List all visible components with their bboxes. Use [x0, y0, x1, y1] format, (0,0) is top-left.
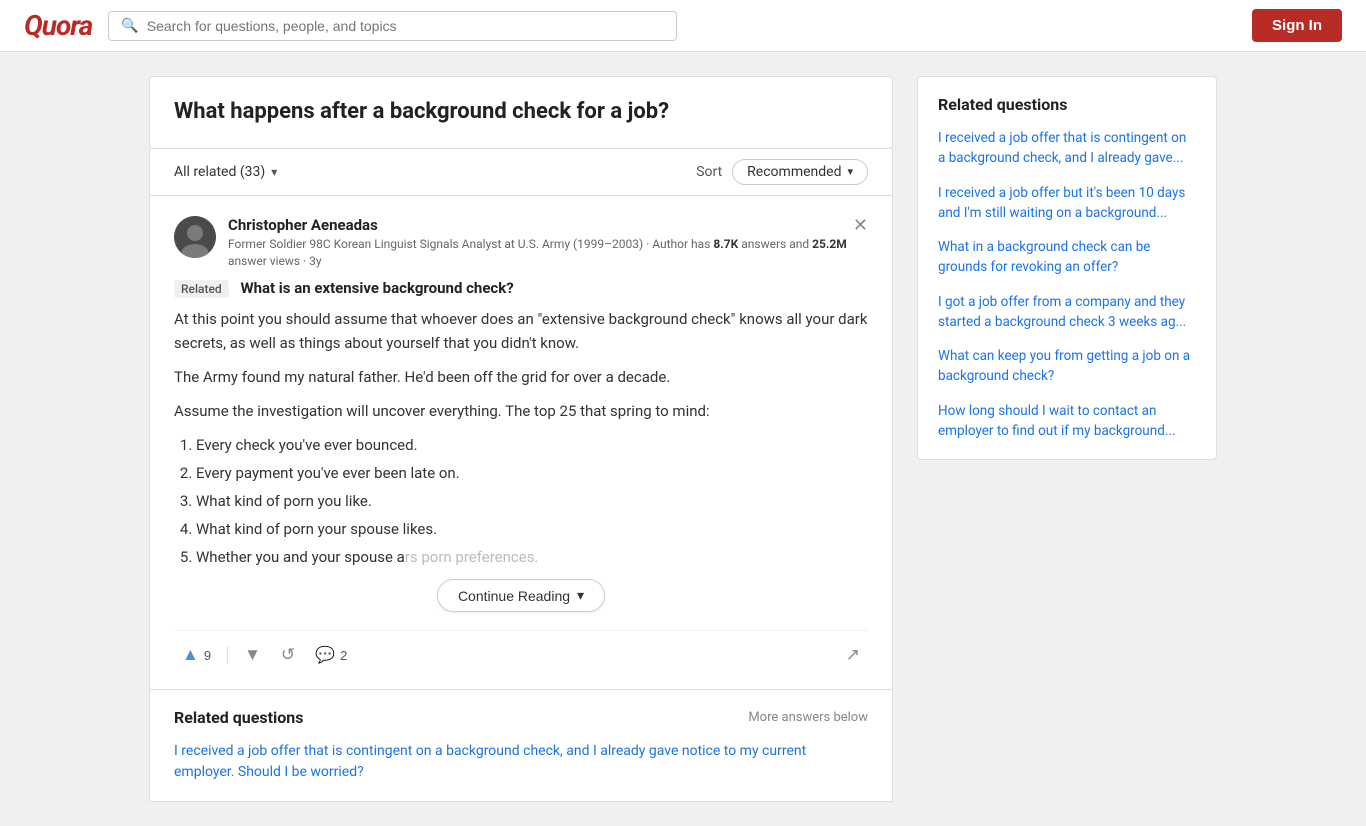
chevron-down-icon: ▾ [577, 587, 584, 604]
related-bottom-header: Related questions More answers below [174, 708, 868, 727]
upvote-icon: ▲ [182, 645, 199, 665]
question-card: What happens after a background check fo… [149, 76, 893, 149]
list-item: Every payment you've ever been late on. [196, 461, 868, 485]
downvote-button[interactable]: ▼ [236, 641, 269, 669]
author-details: Christopher Aeneadas Former Soldier 98C … [228, 216, 853, 270]
upvote-button[interactable]: ▲ 9 [174, 641, 219, 669]
downvote-icon: ▼ [244, 645, 261, 665]
answer-header: Christopher Aeneadas Former Soldier 98C … [174, 216, 868, 270]
quora-logo[interactable]: Quora [24, 9, 92, 42]
author-info: Christopher Aeneadas Former Soldier 98C … [174, 216, 853, 270]
reshare-button[interactable]: ↺ [273, 641, 303, 669]
sort-label: Sort [696, 164, 722, 180]
upvote-count: 9 [204, 648, 211, 663]
main-content: What happens after a background check fo… [149, 76, 893, 802]
bio-suffix: answer views · 3y [228, 254, 322, 268]
related-bottom-title: Related questions [174, 708, 303, 727]
author-name[interactable]: Christopher Aeneadas [228, 216, 853, 234]
comment-count: 2 [340, 648, 347, 663]
sidebar-link-3[interactable]: What in a background check can be ground… [938, 237, 1196, 278]
bio-middle: answers and [738, 237, 812, 251]
sidebar: Related questions I received a job offer… [917, 76, 1217, 460]
comment-button[interactable]: 💬 2 [307, 641, 355, 669]
related-question-row: Related What is an extensive background … [174, 279, 868, 297]
sidebar-title: Related questions [938, 95, 1196, 114]
related-bottom-card: Related questions More answers below I r… [149, 690, 893, 802]
list-item: What kind of porn you like. [196, 489, 868, 513]
sidebar-card: Related questions I received a job offer… [917, 76, 1217, 460]
close-button[interactable]: ✕ [853, 216, 868, 234]
answer-actions: ▲ 9 ▼ ↺ 💬 2 ↗ [174, 630, 868, 669]
chevron-down-icon: ▾ [847, 165, 853, 178]
list-item: Whether you and your spouse ars porn pre… [196, 545, 868, 569]
all-related-label: All related (33) [174, 164, 265, 180]
continue-reading-wrap: Continue Reading ▾ [174, 579, 868, 612]
header: Quora 🔍 Sign In [0, 0, 1366, 52]
answer-list: Every check you've ever bounced. Every p… [174, 433, 868, 569]
continue-reading-button[interactable]: Continue Reading ▾ [437, 579, 605, 612]
sidebar-link-1[interactable]: I received a job offer that is contingen… [938, 128, 1196, 169]
page-body: What happens after a background check fo… [133, 52, 1233, 826]
more-answers-below: More answers below [748, 710, 868, 725]
all-related-dropdown[interactable]: All related (33) ▾ [174, 164, 277, 180]
answer-paragraph-2: The Army found my natural father. He'd b… [174, 365, 868, 389]
action-divider [227, 646, 228, 664]
related-bottom-link[interactable]: I received a job offer that is contingen… [174, 743, 806, 780]
comment-icon: 💬 [315, 645, 335, 665]
search-bar-container: 🔍 [108, 11, 677, 41]
forward-icon: ↗ [846, 645, 860, 665]
author-bio: Former Soldier 98C Korean Linguist Signa… [228, 236, 853, 270]
sort-dropdown[interactable]: Recommended ▾ [732, 159, 868, 185]
list-item: Every check you've ever bounced. [196, 433, 868, 457]
sign-in-button[interactable]: Sign In [1252, 9, 1342, 42]
view-count: 25.2M [812, 237, 847, 251]
related-question-link[interactable]: What is an extensive background check? [240, 279, 513, 297]
answer-paragraph-1: At this point you should assume that who… [174, 307, 868, 355]
answer-card: Christopher Aeneadas Former Soldier 98C … [149, 196, 893, 691]
answer-body: At this point you should assume that who… [174, 307, 868, 569]
search-input[interactable] [147, 18, 664, 34]
question-title: What happens after a background check fo… [174, 97, 868, 128]
continue-reading-label: Continue Reading [458, 588, 570, 604]
filter-bar: All related (33) ▾ Sort Recommended ▾ [149, 149, 893, 196]
bio-prefix: Former Soldier 98C Korean Linguist Signa… [228, 237, 713, 251]
sidebar-link-2[interactable]: I received a job offer but it's been 10 … [938, 183, 1196, 224]
sidebar-link-5[interactable]: What can keep you from getting a job on … [938, 346, 1196, 387]
list-item-5-faded: rs porn preferences. [405, 548, 539, 566]
sidebar-link-4[interactable]: I got a job offer from a company and the… [938, 292, 1196, 333]
sort-area: Sort Recommended ▾ [696, 159, 868, 185]
related-tag: Related [174, 280, 229, 298]
list-item-5-start: Whether you and your spouse a [196, 548, 405, 566]
sidebar-link-6[interactable]: How long should I wait to contact an emp… [938, 401, 1196, 442]
reshare-icon: ↺ [281, 645, 295, 665]
forward-button[interactable]: ↗ [838, 641, 868, 669]
chevron-down-icon: ▾ [271, 165, 277, 179]
list-item: What kind of porn your spouse likes. [196, 517, 868, 541]
search-icon: 🔍 [121, 18, 138, 34]
sort-value: Recommended [747, 164, 841, 180]
answer-paragraph-3: Assume the investigation will uncover ev… [174, 399, 868, 423]
answer-count: 8.7K [713, 237, 738, 251]
avatar [174, 216, 216, 258]
